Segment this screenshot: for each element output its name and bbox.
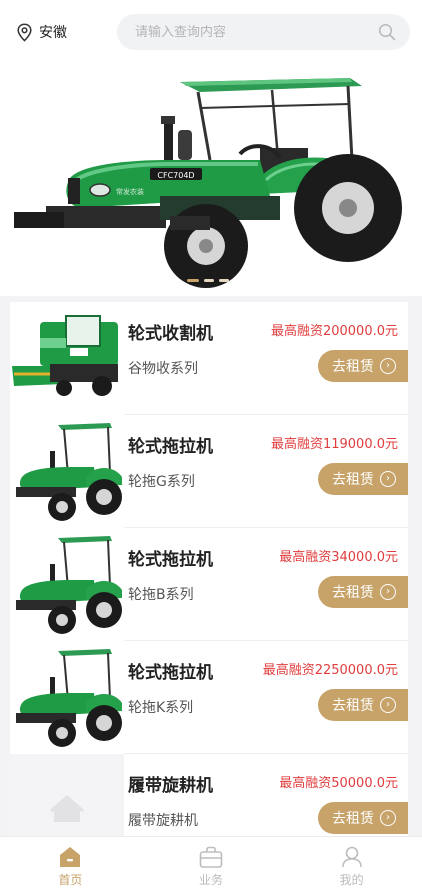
product-image: [10, 528, 124, 641]
tractor-image: [16, 423, 122, 521]
product-card[interactable]: 轮式拖拉机 最高融资34000.0元 轮拖B系列 去租赁 ›: [10, 528, 408, 641]
product-series: 履带旋耕机: [128, 813, 198, 829]
tab-profile[interactable]: 我的: [281, 837, 422, 896]
product-series: 轮拖G系列: [128, 474, 195, 490]
briefcase-icon: [199, 846, 223, 868]
tab-business[interactable]: 业务: [141, 837, 282, 896]
search-icon[interactable]: [378, 23, 396, 41]
rent-button[interactable]: 去租赁 ›: [318, 463, 408, 495]
product-card[interactable]: 轮式拖拉机 最高融资2250000.0元 轮拖K系列 去租赁 ›: [10, 641, 408, 754]
rent-button-label: 去租赁: [332, 359, 374, 375]
product-image: [10, 415, 124, 528]
tractor-image: [16, 649, 122, 747]
tab-label: 我的: [339, 873, 364, 887]
product-title: 轮式拖拉机: [128, 550, 213, 570]
rent-button-label: 去租赁: [332, 472, 374, 488]
rent-button-label: 去租赁: [332, 811, 374, 827]
bottom-tab-bar: 首页 业务 我的: [0, 836, 422, 896]
chevron-right-icon: ›: [380, 471, 396, 487]
chevron-right-icon: ›: [380, 810, 396, 826]
product-series: 轮拖K系列: [128, 700, 194, 716]
rent-button[interactable]: 去租赁 ›: [318, 350, 408, 382]
banner-carousel[interactable]: CFC704D 常发农装: [0, 64, 422, 296]
rent-button-label: 去租赁: [332, 698, 374, 714]
banner-indicator: [187, 279, 229, 282]
location-pin-icon: [17, 22, 32, 42]
product-price: 最高融资50000.0元: [279, 776, 398, 791]
product-price: 最高融资34000.0元: [279, 550, 398, 565]
product-title: 轮式收割机: [128, 324, 213, 344]
chevron-right-icon: ›: [380, 697, 396, 713]
top-bar: 安徽: [0, 0, 422, 64]
rent-button[interactable]: 去租赁 ›: [318, 689, 408, 721]
banner-tractor-image: CFC704D 常发农装: [14, 78, 402, 288]
product-series: 轮拖B系列: [128, 587, 194, 603]
product-price: 最高融资200000.0元: [270, 324, 398, 339]
product-price: 最高融资2250000.0元: [262, 663, 398, 678]
chevron-right-icon: ›: [380, 358, 396, 374]
product-image: [10, 641, 124, 754]
home-icon: [60, 847, 81, 867]
product-title: 轮式拖拉机: [128, 663, 213, 683]
banner-dot[interactable]: [187, 279, 199, 282]
product-price: 最高融资119000.0元: [270, 437, 398, 452]
brand-text: 常发农装: [116, 187, 144, 196]
search-input[interactable]: [135, 24, 365, 40]
model-plate-text: CFC704D: [157, 171, 194, 180]
product-card[interactable]: 轮式拖拉机 最高融资119000.0元 轮拖G系列 去租赁 ›: [10, 415, 408, 528]
location-selector[interactable]: 安徽: [16, 20, 67, 44]
location-label: 安徽: [39, 25, 67, 41]
product-card[interactable]: 轮式收割机 最高融资200000.0元 谷物收系列 去租赁 ›: [10, 302, 408, 415]
app-page: 安徽 请输入查询内容 CFC704D 常发农装 轮式收割机 最高融资200000…: [0, 0, 422, 896]
rent-button[interactable]: 去租赁 ›: [318, 576, 408, 608]
banner-dot[interactable]: [219, 279, 229, 282]
product-list: 轮式收割机 最高融资200000.0元 谷物收系列 去租赁 › 轮式拖拉机 最高…: [10, 302, 408, 867]
tab-label: 业务: [199, 873, 224, 887]
tab-home[interactable]: 首页: [0, 837, 141, 896]
product-series: 谷物收系列: [128, 361, 198, 377]
user-icon: [341, 846, 362, 868]
product-image: [10, 302, 124, 415]
harvester-image: [12, 315, 118, 396]
chevron-right-icon: ›: [380, 584, 396, 600]
product-title: 轮式拖拉机: [128, 437, 213, 457]
search-bar[interactable]: [117, 14, 410, 50]
banner-dot[interactable]: [204, 279, 214, 282]
tractor-image: [16, 536, 122, 634]
rent-button[interactable]: 去租赁 ›: [318, 802, 408, 834]
tab-label: 首页: [58, 873, 83, 887]
rent-button-label: 去租赁: [332, 585, 374, 601]
product-title: 履带旋耕机: [128, 776, 213, 796]
